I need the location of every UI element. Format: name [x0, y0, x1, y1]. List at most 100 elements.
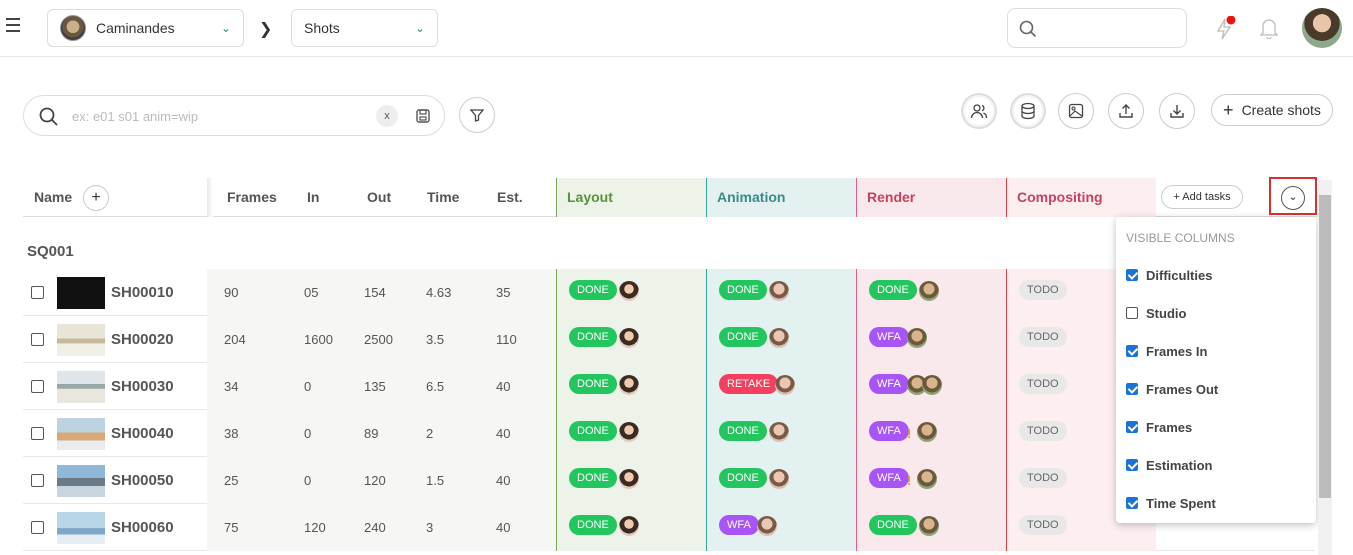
- task-column-animation[interactable]: Animation: [706, 178, 856, 217]
- task-cell-layout[interactable]: DONE: [556, 269, 706, 316]
- shot-name[interactable]: SH00040: [111, 410, 174, 457]
- estimation-column-header[interactable]: Est.: [497, 178, 523, 217]
- assignee-avatar[interactable]: [922, 375, 942, 395]
- scrollbar-thumb[interactable]: [1319, 195, 1331, 498]
- task-cell-animation[interactable]: WFA: [706, 504, 856, 551]
- out-cell[interactable]: 135: [364, 363, 386, 410]
- estimation-cell[interactable]: 40: [496, 504, 510, 551]
- task-cell-layout[interactable]: DONE: [556, 410, 706, 457]
- status-badge[interactable]: WFA: [869, 327, 909, 347]
- shot-thumbnail[interactable]: [57, 371, 105, 403]
- frames-cell[interactable]: 38: [224, 410, 238, 457]
- time-cell[interactable]: 3.5: [426, 316, 444, 363]
- status-badge[interactable]: WFA: [869, 374, 909, 394]
- in-cell[interactable]: 120: [304, 504, 326, 551]
- menu-icon[interactable]: [6, 18, 24, 36]
- status-badge[interactable]: TODO: [1019, 374, 1067, 394]
- frames-column-header[interactable]: Frames: [227, 178, 277, 217]
- column-settings-toggle[interactable]: ⌄: [1269, 177, 1317, 215]
- in-column-header[interactable]: In: [307, 178, 319, 217]
- assignee-avatar[interactable]: [619, 469, 639, 489]
- assignee-avatar[interactable]: [769, 328, 789, 348]
- add-tasks-button[interactable]: + Add tasks: [1161, 185, 1243, 209]
- name-column-header[interactable]: Name: [34, 178, 72, 217]
- import-button[interactable]: [1108, 93, 1144, 129]
- news-feed-icon[interactable]: [1212, 16, 1238, 42]
- status-badge[interactable]: DONE: [569, 374, 617, 394]
- filter-button[interactable]: [459, 97, 495, 133]
- shot-name[interactable]: SH00020: [111, 316, 174, 363]
- shot-name[interactable]: SH00030: [111, 363, 174, 410]
- task-column-render[interactable]: Render: [856, 178, 1006, 217]
- assignee-avatar[interactable]: [917, 422, 937, 442]
- assignee-avatar[interactable]: [619, 422, 639, 442]
- checkbox[interactable]: [1126, 269, 1138, 281]
- checkbox[interactable]: [1126, 459, 1138, 471]
- assignee-avatar[interactable]: [769, 281, 789, 301]
- task-cell-render[interactable]: WFA!: [856, 457, 1006, 504]
- task-cell-animation[interactable]: DONE: [706, 316, 856, 363]
- status-badge[interactable]: DONE: [719, 327, 767, 347]
- add-shot-button[interactable]: +: [83, 185, 109, 211]
- shot-name[interactable]: SH00050: [111, 457, 174, 504]
- status-badge[interactable]: DONE: [869, 515, 917, 535]
- out-cell[interactable]: 240: [364, 504, 386, 551]
- out-column-header[interactable]: Out: [367, 178, 391, 217]
- status-badge[interactable]: WFA: [869, 468, 909, 488]
- row-checkbox[interactable]: [31, 521, 44, 534]
- frames-cell[interactable]: 25: [224, 457, 238, 504]
- shot-thumbnail[interactable]: [57, 277, 105, 309]
- status-badge[interactable]: DONE: [569, 515, 617, 535]
- checkbox[interactable]: [1126, 345, 1138, 357]
- time-cell[interactable]: 3: [426, 504, 433, 551]
- shot-thumbnail[interactable]: [57, 512, 105, 544]
- section-select[interactable]: Shots ⌄: [291, 9, 438, 47]
- task-cell-animation[interactable]: RETAKE: [706, 363, 856, 410]
- status-badge[interactable]: DONE: [569, 327, 617, 347]
- time-cell[interactable]: 4.63: [426, 269, 451, 316]
- global-search-input[interactable]: [1007, 8, 1187, 48]
- time-column-header[interactable]: Time: [427, 178, 459, 217]
- assignee-avatar[interactable]: [917, 469, 937, 489]
- frames-cell[interactable]: 90: [224, 269, 238, 316]
- status-badge[interactable]: TODO: [1019, 515, 1067, 535]
- status-badge[interactable]: DONE: [719, 280, 767, 300]
- save-icon[interactable]: [415, 108, 431, 124]
- status-badge[interactable]: RETAKE: [719, 374, 779, 394]
- column-toggle-estimation[interactable]: Estimation: [1126, 455, 1212, 475]
- task-cell-layout[interactable]: DONE: [556, 504, 706, 551]
- column-toggle-frames-in[interactable]: Frames In: [1126, 341, 1207, 361]
- task-cell-layout[interactable]: DONE: [556, 316, 706, 363]
- status-badge[interactable]: WFA: [719, 515, 759, 535]
- status-badge[interactable]: TODO: [1019, 280, 1067, 300]
- assignee-avatar[interactable]: [907, 328, 927, 348]
- column-toggle-difficulties[interactable]: Difficulties: [1126, 265, 1212, 285]
- checkbox[interactable]: [1126, 421, 1138, 433]
- in-cell[interactable]: 0: [304, 457, 311, 504]
- estimation-cell[interactable]: 40: [496, 363, 510, 410]
- task-cell-render[interactable]: DONE: [856, 504, 1006, 551]
- assignee-avatar[interactable]: [619, 281, 639, 301]
- column-toggle-frames-out[interactable]: Frames Out: [1126, 379, 1218, 399]
- bell-icon[interactable]: [1258, 17, 1280, 39]
- assignee-avatar[interactable]: [619, 328, 639, 348]
- shot-thumbnail[interactable]: [57, 324, 105, 356]
- create-shots-button[interactable]: + Create shots: [1211, 94, 1333, 126]
- task-cell-animation[interactable]: DONE: [706, 269, 856, 316]
- assignee-avatar[interactable]: [919, 281, 939, 301]
- column-toggle-studio[interactable]: Studio: [1126, 303, 1186, 323]
- task-cell-render[interactable]: WFA: [856, 316, 1006, 363]
- status-badge[interactable]: DONE: [869, 280, 917, 300]
- out-cell[interactable]: 2500: [364, 316, 393, 363]
- status-badge[interactable]: DONE: [719, 468, 767, 488]
- estimation-cell[interactable]: 40: [496, 457, 510, 504]
- row-checkbox[interactable]: [31, 474, 44, 487]
- status-badge[interactable]: TODO: [1019, 421, 1067, 441]
- clear-search-button[interactable]: x: [376, 105, 398, 127]
- checkbox[interactable]: [1126, 497, 1138, 509]
- frames-cell[interactable]: 34: [224, 363, 238, 410]
- in-cell[interactable]: 05: [304, 269, 318, 316]
- status-badge[interactable]: DONE: [569, 421, 617, 441]
- time-cell[interactable]: 2: [426, 410, 433, 457]
- task-column-layout[interactable]: Layout: [556, 178, 706, 217]
